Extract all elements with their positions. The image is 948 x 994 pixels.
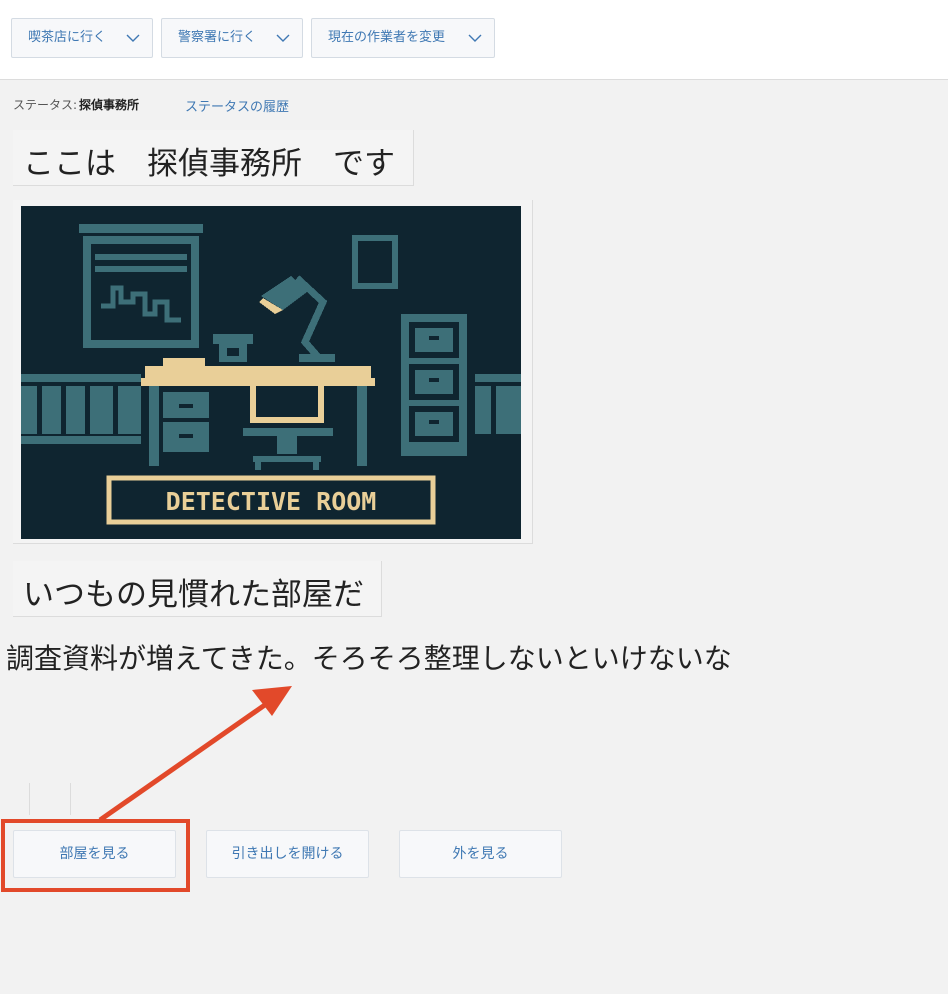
status-prefix: ステータス: [13, 98, 78, 112]
dropdown-label: 警察署に行く [178, 30, 257, 45]
location-text-box: ここは 探偵事務所 です [13, 130, 414, 186]
subtitle-text-box: いつもの見慣れた部屋だ [13, 561, 382, 617]
narrative-text: 調査資料が増えてきた。そろそろ整理しないといけないな [6, 642, 732, 675]
chevron-down-icon [276, 34, 290, 42]
open-drawer-button[interactable]: 引き出しを開ける [206, 830, 369, 878]
image-caption: DETECTIVE ROOM [166, 487, 377, 516]
status-history-link[interactable]: ステータスの履歴 [185, 96, 289, 115]
empty-box [29, 783, 71, 815]
dropdown-label: 現在の作業者を変更 [328, 30, 446, 45]
status-value: 探偵事務所 [79, 98, 140, 112]
status-row: ステータス: 探偵事務所 [13, 96, 139, 113]
chevron-down-icon [126, 34, 140, 42]
change-worker-dropdown[interactable]: 現在の作業者を変更 [311, 18, 495, 58]
look-outside-button[interactable]: 外を見る [399, 830, 562, 878]
go-to-police-dropdown[interactable]: 警察署に行く [161, 18, 303, 58]
highlight-box [1, 819, 190, 892]
top-toolbar: 喫茶店に行く 警察署に行く 現在の作業者を変更 [0, 0, 948, 80]
go-to-cafe-dropdown[interactable]: 喫茶店に行く [11, 18, 153, 58]
detective-room-image: DETECTIVE ROOM [21, 206, 521, 539]
dropdown-label: 喫茶店に行く [28, 30, 107, 45]
chevron-down-icon [468, 34, 482, 42]
